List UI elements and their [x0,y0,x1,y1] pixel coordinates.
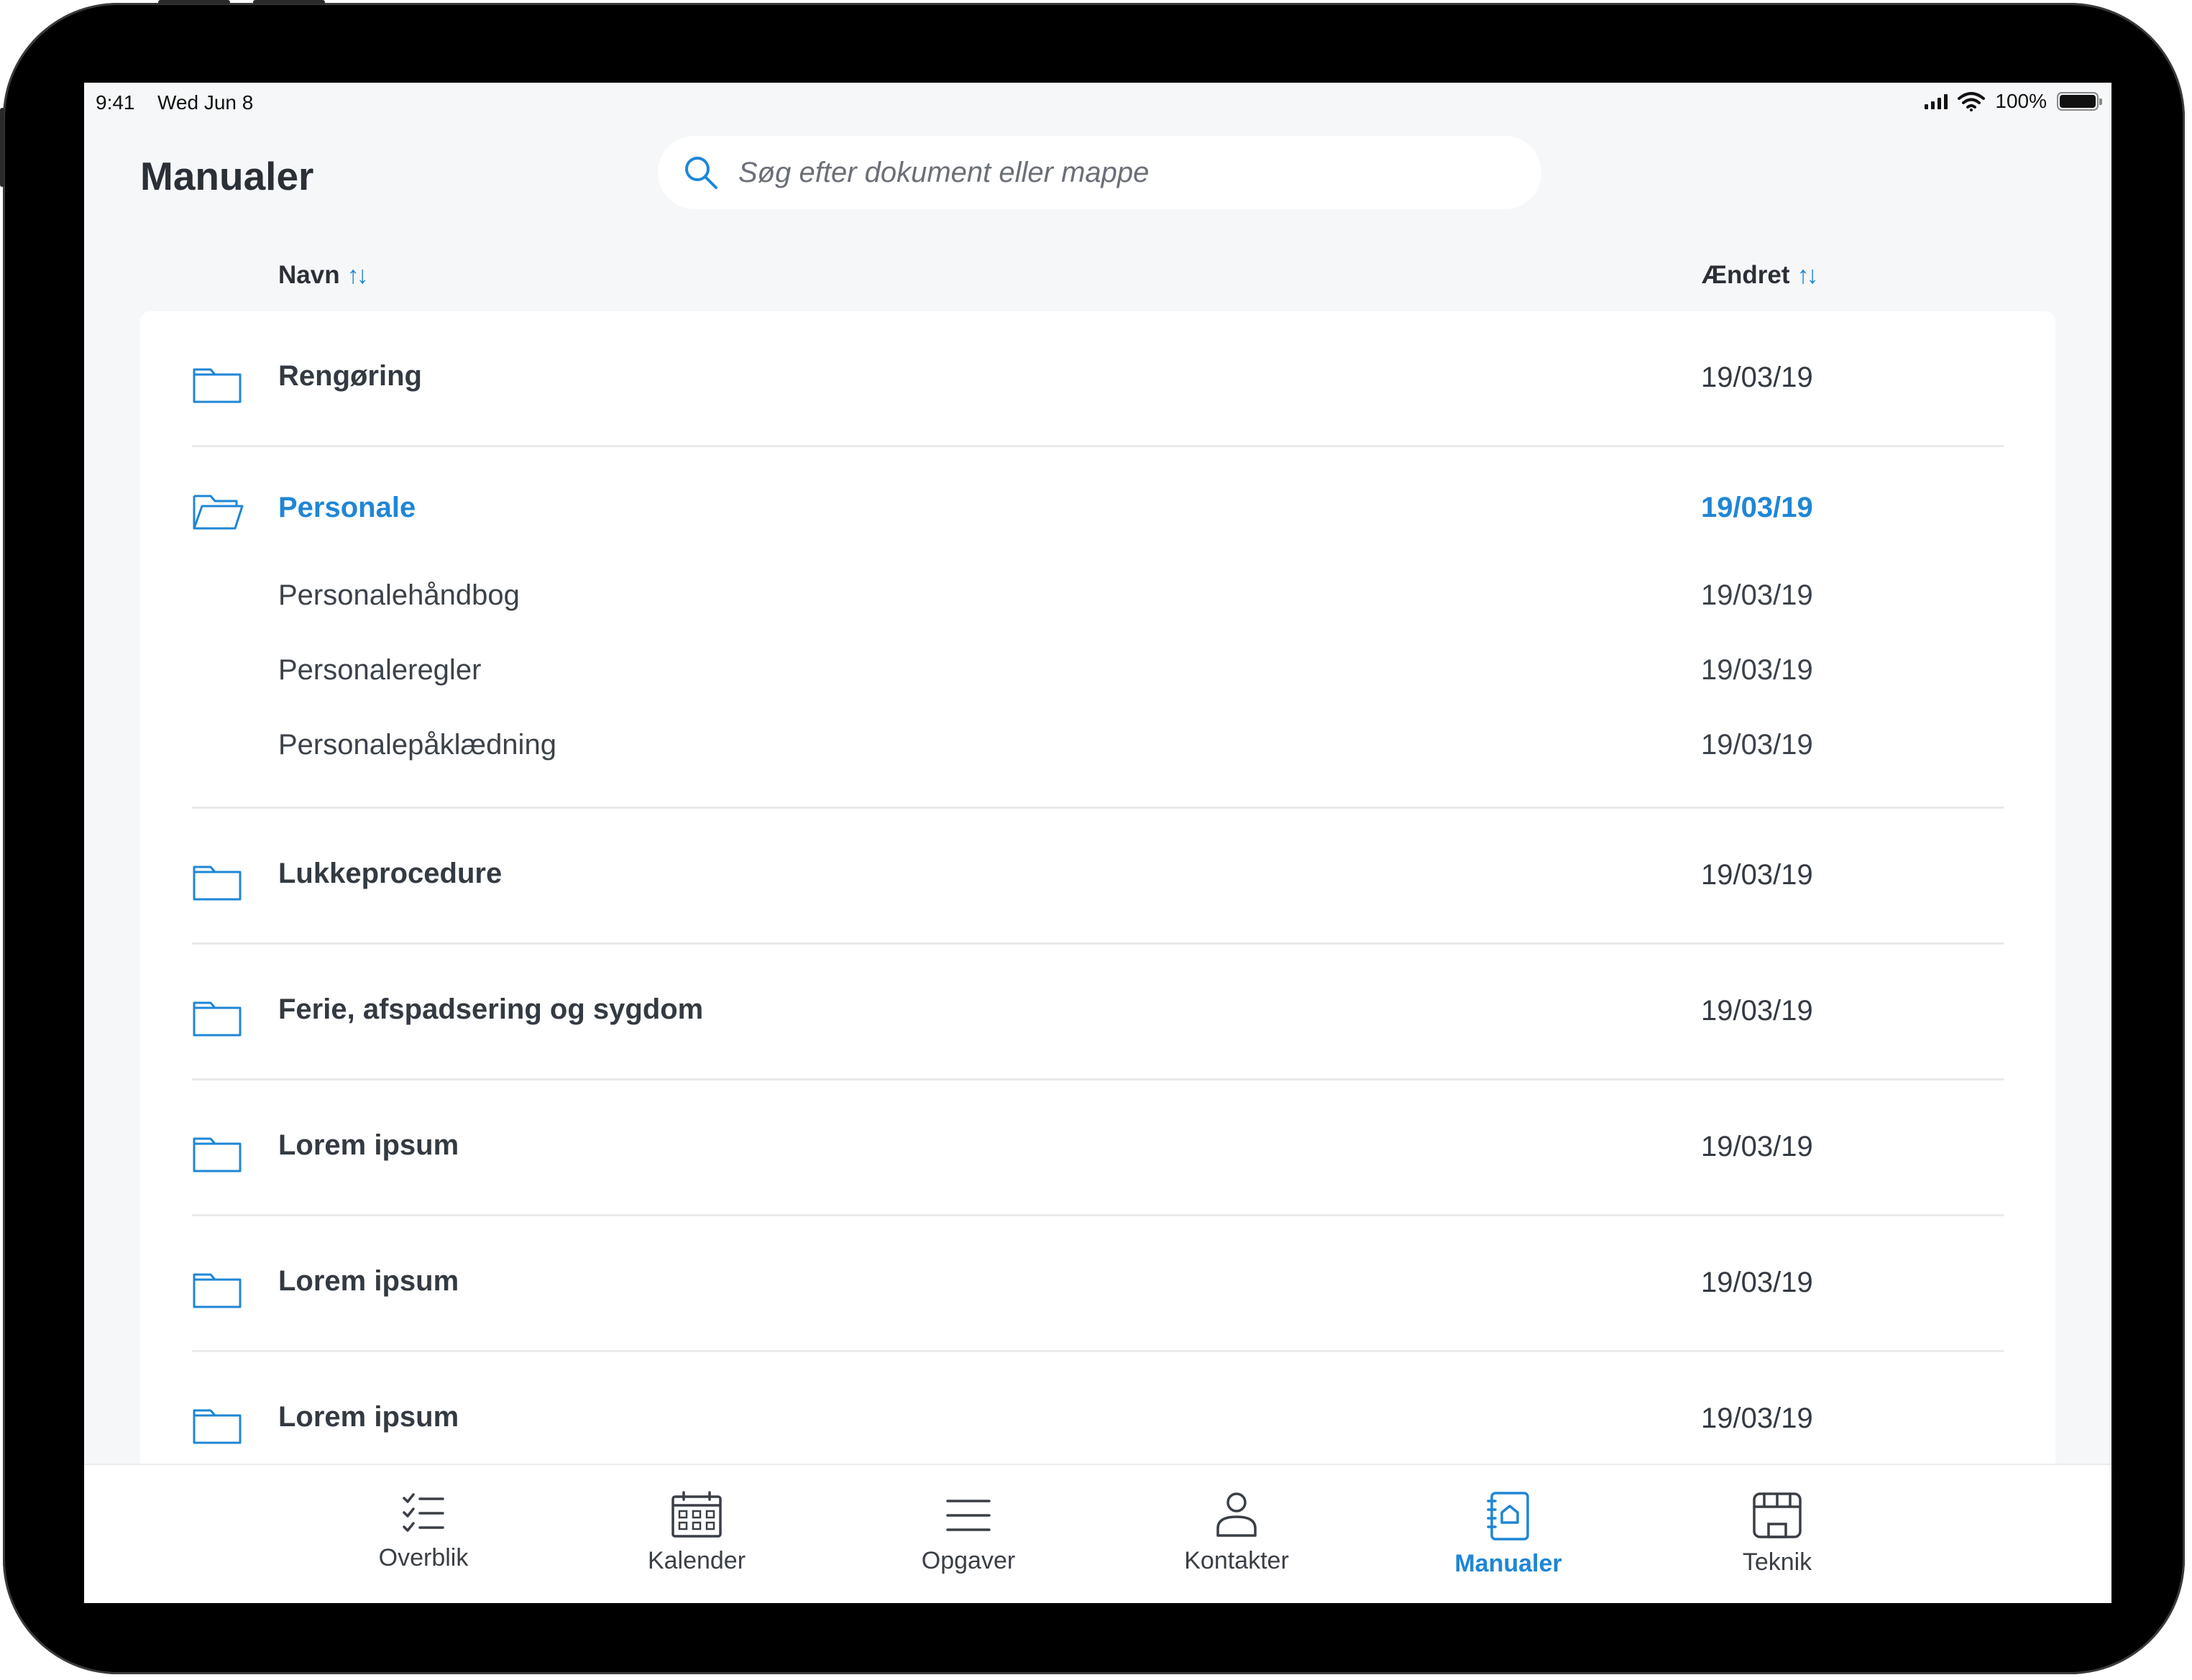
folder-date: 19/03/19 [1701,362,1813,393]
document-row[interactable]: Personaleregler 19/03/19 [140,635,2055,710]
folder-date: 19/03/19 [1701,995,1813,1027]
column-header-changed[interactable]: Ændret ↑↓ [1702,261,1819,290]
person-icon [1216,1492,1257,1537]
search-bar[interactable] [658,136,1541,209]
tab-kalender[interactable]: Kalender [610,1491,783,1575]
device-button [158,0,230,4]
folder-icon [193,368,242,403]
folder-row[interactable]: Lorem ipsum 19/03/19 [140,1216,2055,1350]
tab-bar: Overblik Kalender Opgaver Kontakter Manu… [84,1464,2111,1603]
column-header-changed-label: Ændret [1702,261,1790,289]
folder-icon [193,1137,242,1172]
sort-icon: ↑↓ [1797,261,1819,289]
status-indicators: 100% [1925,90,2102,113]
document-date: 19/03/19 [1701,654,1813,686]
document-date: 19/03/19 [1701,729,1813,761]
manual-book-icon [1487,1492,1529,1541]
tab-label: Manualer [1454,1550,1562,1577]
wifi-icon [1958,92,1986,111]
document-name: Personaleregler [278,654,482,686]
checklist-icon [403,1493,444,1532]
folder-date: 19/03/19 [1701,492,1813,523]
folder-row[interactable]: Lorem ipsum 19/03/19 [140,1080,2055,1214]
tab-manualer[interactable]: Manualer [1422,1491,1595,1578]
tab-label: Kontakter [1184,1547,1289,1574]
folder-open-icon [193,495,244,530]
tab-label: Teknik [1742,1548,1812,1576]
tab-opgaver[interactable]: Opgaver [882,1491,1055,1575]
folder-list: Rengøring 19/03/19 Personale 19/03/19 Pe… [140,311,2055,1603]
tab-label: Opgaver [921,1547,1016,1574]
cellular-signal-icon [1925,93,1948,109]
folder-name: Lorem ipsum [278,1401,459,1433]
menu-lines-icon [946,1500,991,1531]
battery-percentage: 100% [1995,90,2047,112]
folder-row[interactable]: Lukkeprocedure 19/03/19 [140,809,2055,942]
tab-teknik[interactable]: Teknik [1691,1491,1863,1576]
tab-label: Overblik [378,1544,469,1571]
folder-icon [193,1273,242,1308]
calendar-icon [671,1491,722,1538]
folder-date: 19/03/19 [1701,859,1813,891]
folder-icon [193,866,242,901]
folder-name: Lorem ipsum [278,1265,459,1297]
battery-icon [2057,92,2102,111]
search-icon [685,157,717,189]
folder-name: Rengøring [278,360,422,392]
search-input[interactable] [737,155,1495,190]
folder-icon [193,1409,242,1444]
folder-name: Ferie, afspadsering og sygdom [278,993,704,1025]
document-name: Personalehåndbog [278,579,520,611]
page-title: Manualer [140,154,314,198]
status-time: 9:41 [96,91,135,114]
folder-date: 19/03/19 [1701,1267,1813,1298]
column-header-name[interactable]: Navn ↑↓ [278,261,369,290]
app-screen: 9:41 Wed Jun 8 100% Manualer Navn ↑↓ [84,83,2111,1603]
technical-icon [1753,1492,1802,1538]
document-date: 19/03/19 [1701,579,1813,611]
folder-icon [193,1001,242,1037]
tab-label: Kalender [647,1547,746,1574]
folder-name: Personale [278,492,416,523]
document-row[interactable]: Personalepåklædning 19/03/19 [140,710,2055,807]
folder-date: 19/03/19 [1701,1131,1813,1162]
folder-row[interactable]: Ferie, afspadsering og sygdom 19/03/19 [140,945,2055,1078]
folder-row[interactable]: Rengøring 19/03/19 [140,311,2055,445]
sort-icon: ↑↓ [347,261,369,289]
tab-kontakter[interactable]: Kontakter [1150,1491,1323,1575]
tab-overblik[interactable]: Overblik [337,1491,510,1572]
folder-row-expanded[interactable]: Personale 19/03/19 [140,447,2055,561]
status-bar: 9:41 Wed Jun 8 100% [84,83,2111,120]
folder-name: Lukkeprocedure [278,858,503,889]
status-date: Wed Jun 8 [157,91,254,114]
document-name: Personalepåklædning [278,729,556,761]
device-button [253,0,325,4]
folder-date: 19/03/19 [1701,1403,1813,1434]
document-row[interactable]: Personalehåndbog 19/03/19 [140,561,2055,635]
folder-name: Lorem ipsum [278,1129,459,1161]
device-button [0,108,4,187]
column-header-name-label: Navn [278,261,340,289]
